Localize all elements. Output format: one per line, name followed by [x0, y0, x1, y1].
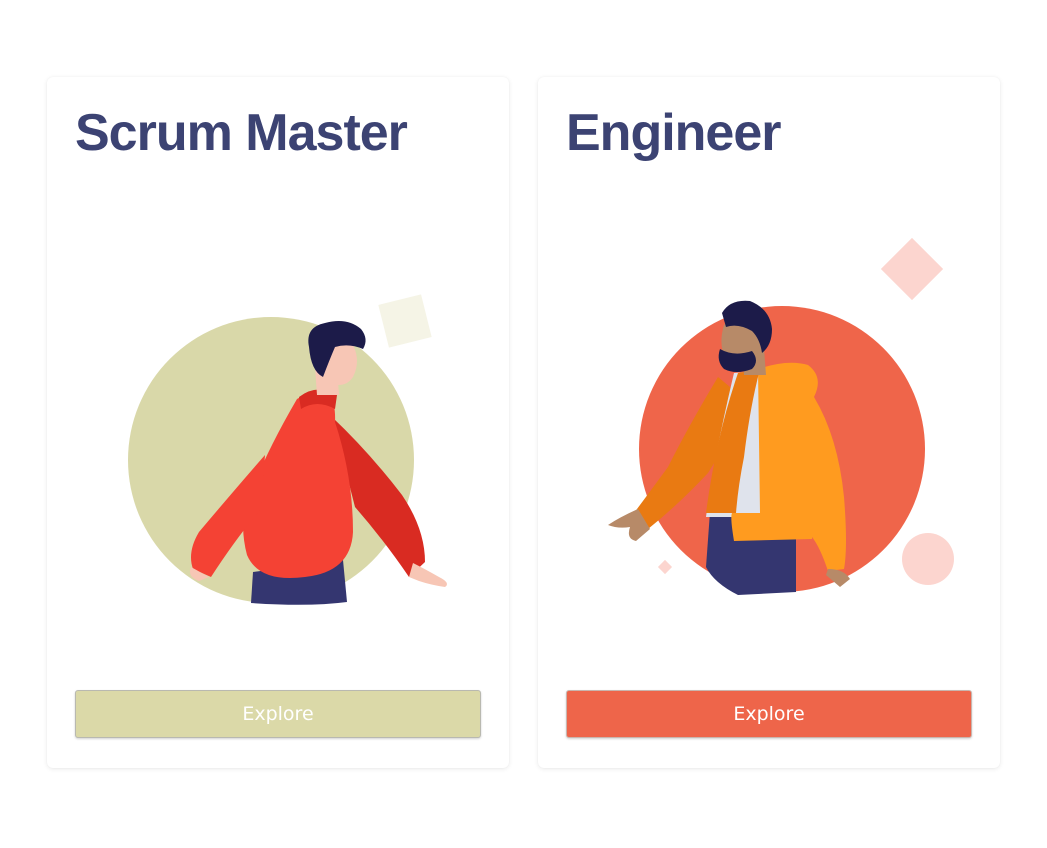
decor-square-shape: [378, 294, 432, 348]
role-card-scrum-master: Scrum Master Explore: [47, 77, 509, 768]
role-card-engineer: Engineer Explore: [538, 77, 1000, 768]
decor-diamond-shape: [880, 237, 944, 301]
engineer-illustration: [608, 237, 954, 595]
decor-small-diamond-shape: [657, 559, 673, 575]
explore-button[interactable]: Explore: [75, 690, 481, 738]
explore-button[interactable]: Explore: [566, 690, 972, 738]
decor-dot-shape: [902, 533, 954, 585]
scrum-master-illustration: [128, 294, 447, 605]
